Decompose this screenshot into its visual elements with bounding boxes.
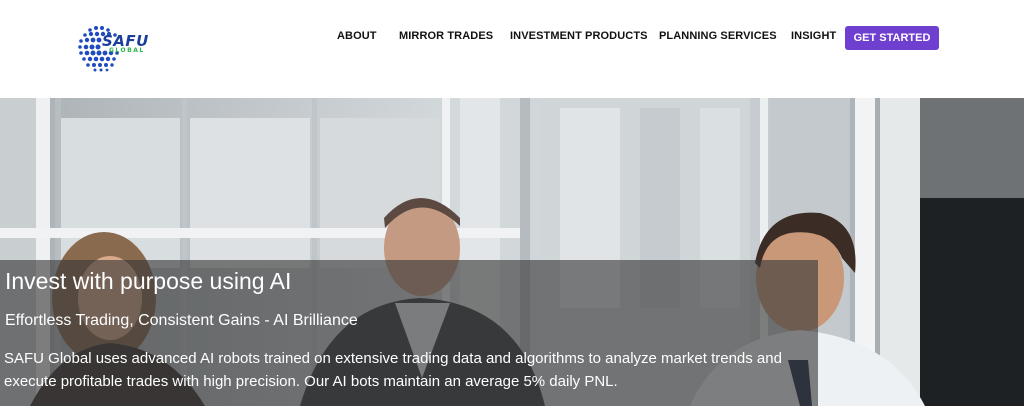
hero-description: SAFU Global uses advanced AI robots trai…	[4, 350, 782, 390]
site-header: SAFU GLOBAL ABOUT MIRROR TRADES INVESTME…	[0, 0, 1024, 98]
main-nav: ABOUT MIRROR TRADES INVESTMENT PRODUCTS …	[0, 26, 1024, 50]
hero-title: Invest with purpose using AI	[5, 268, 292, 294]
nav-planning-services[interactable]: PLANNING SERVICES	[659, 30, 777, 42]
hero-section: Invest with purpose using AI Effortless …	[0, 98, 1024, 406]
nav-mirror-trades[interactable]: MIRROR TRADES	[399, 30, 493, 42]
nav-insight[interactable]: INSIGHT	[791, 30, 836, 42]
hero-subtitle: Effortless Trading, Consistent Gains - A…	[5, 312, 358, 329]
nav-investment-products[interactable]: INVESTMENT PRODUCTS	[510, 30, 648, 42]
get-started-button[interactable]: GET STARTED	[845, 26, 939, 50]
nav-about[interactable]: ABOUT	[337, 30, 377, 42]
